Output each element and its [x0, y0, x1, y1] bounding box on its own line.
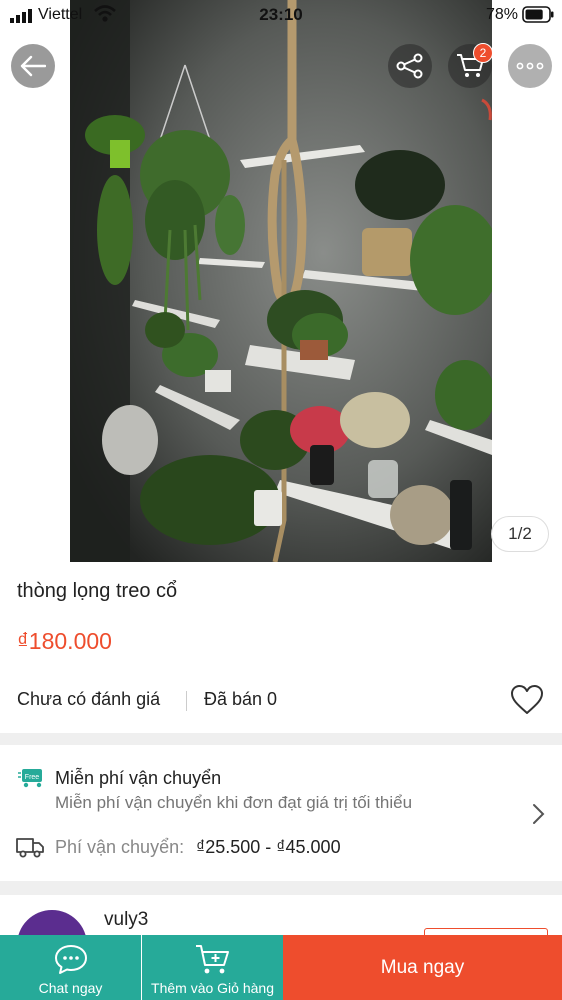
cart-count-badge: 2 — [473, 43, 493, 63]
shipping-fee-label: Phí vận chuyển: — [55, 837, 185, 857]
product-page: Viettel 23:10 78% 2 1/2 thòng lọng treo … — [0, 0, 562, 1000]
section-divider — [0, 881, 562, 895]
back-button[interactable] — [11, 44, 55, 88]
free-badge-text: Free — [25, 774, 40, 781]
add-to-cart-button[interactable]: Thêm vào Giỏ hàng — [142, 935, 283, 1000]
battery-icon — [522, 6, 554, 23]
free-shipping-title[interactable]: Miễn phí vận chuyển — [55, 768, 221, 789]
favorite-button[interactable] — [510, 684, 544, 716]
add-to-cart-label: Thêm vào Giỏ hàng — [151, 980, 274, 996]
heart-icon — [511, 685, 543, 714]
sold-count: Đã bán 0 — [204, 689, 278, 709]
arrow-left-icon — [20, 55, 46, 77]
truck-icon — [16, 838, 44, 858]
rating-row: Chưa có đánh giá Đã bán 0 — [17, 688, 547, 714]
product-price: ₫180.000 — [17, 628, 112, 654]
add-to-cart-icon — [195, 945, 229, 974]
shop-name[interactable]: vuly3 — [104, 909, 148, 931]
more-dots-icon — [516, 62, 544, 70]
chevron-right-icon[interactable] — [532, 803, 546, 825]
product-title: thòng lọng treo cổ — [17, 580, 178, 602]
chat-now-label: Chat ngay — [38, 980, 103, 996]
section-divider — [0, 733, 562, 745]
more-button[interactable] — [508, 44, 552, 88]
share-icon — [396, 53, 423, 79]
rating-divider — [186, 691, 187, 711]
clock: 23:10 — [259, 5, 303, 24]
product-photo — [70, 0, 492, 562]
shipping-fee-value: ₫25.500 - ₫45.000 — [196, 837, 341, 857]
battery-percent: 78% — [485, 6, 518, 23]
image-counter: 1/2 — [491, 516, 549, 552]
chat-bubble-icon — [54, 945, 87, 974]
free-shipping-icon: Free — [18, 769, 42, 788]
rating-status: Chưa có đánh giá — [17, 689, 161, 709]
bottom-action-bar: Chat ngay Thêm vào Giỏ hàng Mua ngay — [0, 935, 562, 1000]
status-bar: Viettel 23:10 78% — [0, 0, 562, 30]
share-button[interactable] — [388, 44, 432, 88]
chat-now-button[interactable]: Chat ngay — [0, 935, 141, 1000]
product-image[interactable] — [70, 0, 492, 562]
free-shipping-subtitle: Miễn phí vận chuyển khi đơn đạt giá trị … — [55, 793, 413, 812]
buy-now-button[interactable]: Mua ngay — [283, 935, 562, 1000]
